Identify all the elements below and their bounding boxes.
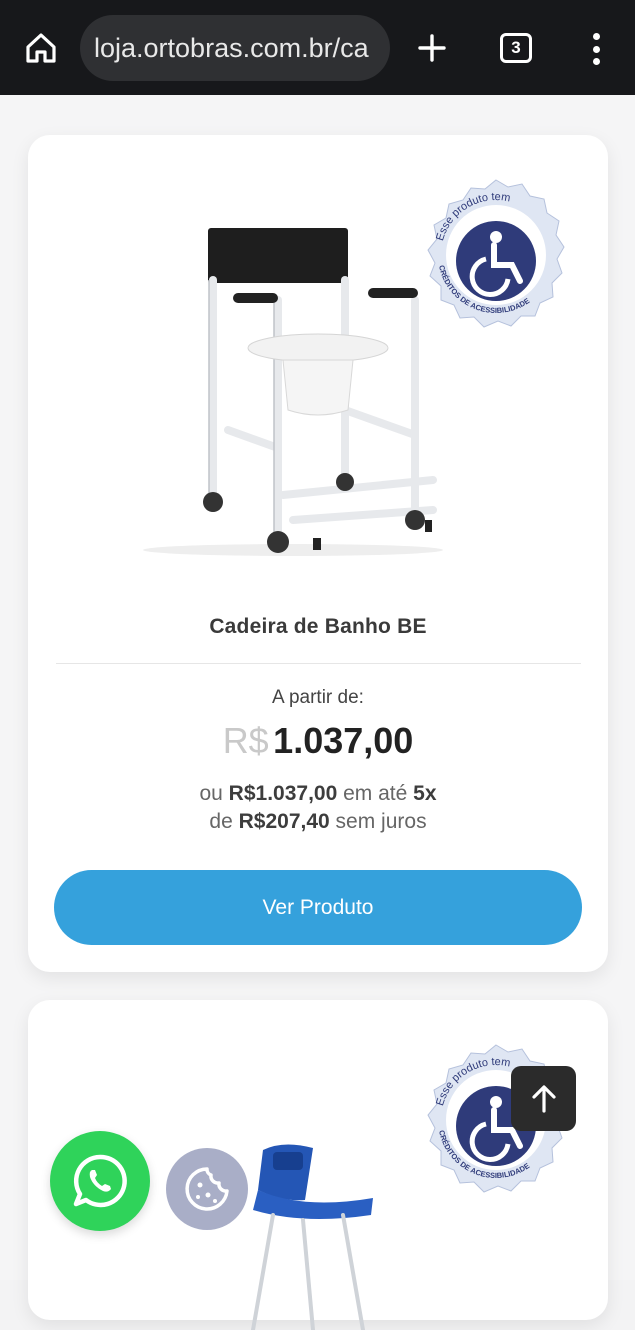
installment-total: R$1.037,00 [228, 782, 338, 805]
installment-value: R$207,40 [238, 810, 330, 833]
price: R$ 1.037,00 [28, 720, 608, 762]
price-value: 1.037,00 [273, 720, 414, 761]
accessibility-credits-badge: Esse produto tem CRÉDITOS DE ACESSIBILID… [427, 179, 565, 328]
divider [56, 663, 581, 664]
cookie-consent-button[interactable] [166, 1148, 248, 1230]
address-bar[interactable]: loja.ortobras.com.br/ca [80, 15, 390, 81]
tab-switcher-button[interactable]: 3 [500, 33, 532, 63]
product-image[interactable] [243, 1140, 403, 1330]
product-card: Esse produto tem CRÉDITOS DE ACESSIBILID… [28, 135, 608, 972]
arrow-up-icon [531, 1084, 556, 1113]
price-currency: R$ [222, 720, 269, 761]
view-product-button[interactable]: Ver Produto [54, 870, 582, 945]
product-title[interactable]: Cadeira de Banho BE [28, 615, 608, 639]
price-from-label: A partir de: [272, 687, 364, 708]
whatsapp-button[interactable] [50, 1131, 150, 1231]
url-text: loja.ortobras.com.br/ca [94, 32, 369, 63]
browser-menu-icon[interactable] [582, 30, 610, 68]
cookie-icon [185, 1167, 229, 1211]
whatsapp-icon [73, 1154, 127, 1208]
installment-count: 5x [413, 782, 437, 805]
installment-info: ou R$1.037,00 em até 5x de R$207,40 sem … [199, 782, 437, 833]
tab-count: 3 [511, 38, 521, 57]
home-icon[interactable] [22, 29, 60, 67]
product-image[interactable] [133, 220, 453, 560]
scroll-to-top-button[interactable] [511, 1066, 576, 1131]
new-tab-plus-icon[interactable] [412, 28, 452, 68]
browser-toolbar: loja.ortobras.com.br/ca 3 [0, 0, 635, 95]
